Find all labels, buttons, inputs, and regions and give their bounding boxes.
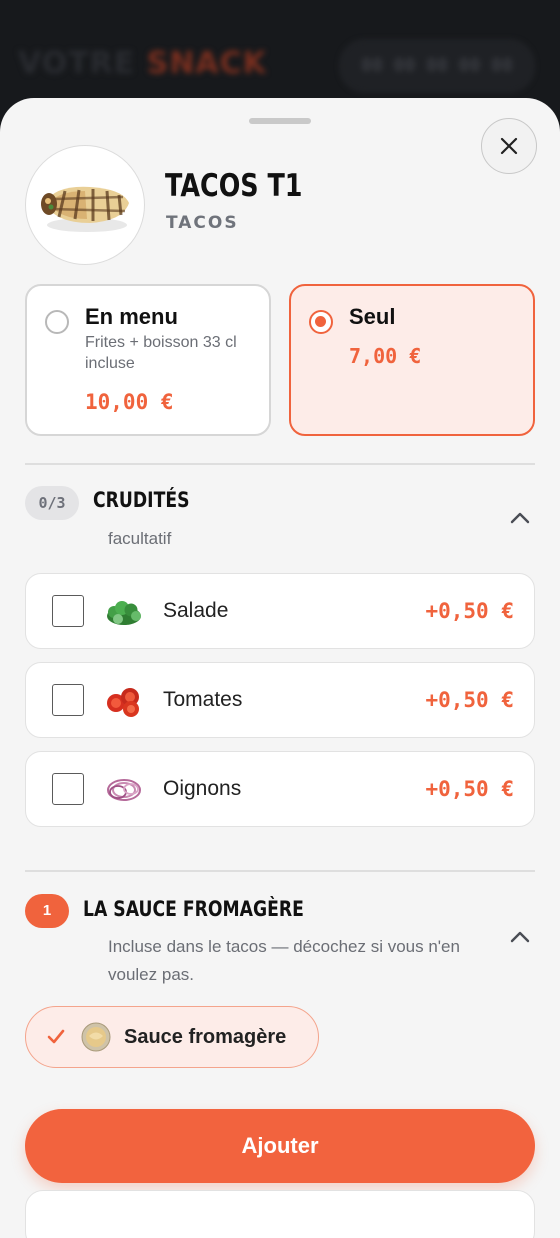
product-title: TACOS T1 (165, 168, 303, 204)
add-to-cart-button[interactable]: Ajouter (25, 1109, 535, 1183)
step-number-badge: 1 (25, 894, 69, 928)
option-price: 7,00 € (349, 344, 422, 368)
radio-selected[interactable] (309, 310, 333, 334)
product-category: TACOS (166, 213, 239, 233)
option-title: Seul (349, 304, 396, 329)
option-en-menu[interactable]: En menu Frites + boisson 33 cl incluse 1… (25, 284, 271, 436)
sheet-drag-handle[interactable] (249, 118, 311, 124)
sauce-chip-label: Sauce fromagère (124, 1026, 287, 1048)
item-label: Tomates (163, 688, 243, 711)
cheese-sauce-icon (81, 1022, 111, 1052)
item-label: Salade (163, 599, 229, 622)
item-label: Oignons (163, 777, 242, 800)
section-divider (25, 870, 535, 872)
phone-button: 00 00 00 00 00 (340, 40, 534, 92)
radio-unselected[interactable] (45, 310, 69, 334)
item-price: +0,50 € (425, 688, 514, 712)
tacos-wrap-image (41, 186, 129, 232)
option-seul[interactable]: Seul 7,00 € (289, 284, 535, 436)
checkbox[interactable] (52, 684, 84, 716)
option-price: 10,00 € (85, 390, 174, 414)
onion-icon (107, 779, 141, 801)
tomato-icon (107, 688, 139, 717)
section-divider (25, 463, 535, 465)
close-icon (500, 137, 518, 155)
selection-count-badge: 0/3 (25, 486, 79, 520)
list-item-salade[interactable]: Salade +0,50 € (25, 573, 535, 649)
section-subtitle: Incluse dans le tacos — décochez si vous… (108, 937, 460, 984)
chevron-up-icon[interactable] (509, 930, 531, 944)
product-bottom-sheet: TACOS T1 TACOS En menu Frites + boisson … (0, 98, 560, 1238)
item-price: +0,50 € (425, 777, 514, 801)
salad-icon (107, 601, 141, 625)
option-title: En menu (85, 304, 178, 329)
section-title-sauce: LA SAUCE FROMAGÈRE (83, 897, 304, 921)
section-subtitle: facultatif (108, 529, 172, 548)
section-title-crudites: CRUDITÉS (93, 488, 190, 512)
check-icon (47, 1029, 65, 1044)
checkbox[interactable] (52, 595, 84, 627)
chevron-up-icon[interactable] (509, 511, 531, 525)
next-section-card (25, 1190, 535, 1238)
product-image (25, 145, 145, 265)
item-price: +0,50 € (425, 599, 514, 623)
brand-logo: VOTRE SNACK (18, 46, 267, 81)
checkbox[interactable] (52, 773, 84, 805)
sauce-fromagere-chip[interactable]: Sauce fromagère (25, 1006, 319, 1068)
option-description: Frites + boisson 33 cl incluse (85, 334, 237, 372)
list-item-oignons[interactable]: Oignons +0,50 € (25, 751, 535, 827)
list-item-tomates[interactable]: Tomates +0,50 € (25, 662, 535, 738)
close-button[interactable] (481, 118, 537, 174)
